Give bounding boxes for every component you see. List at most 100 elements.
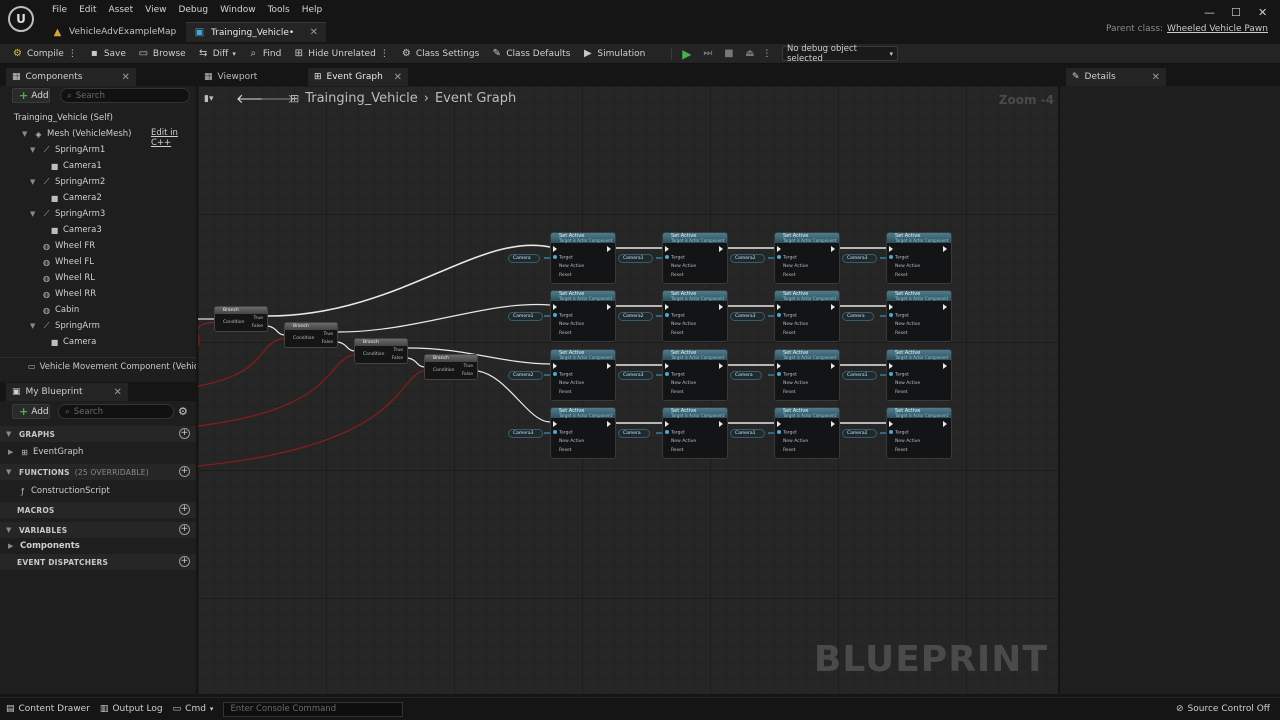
reset-pin[interactable]: Reset bbox=[783, 273, 796, 278]
eject-icon[interactable]: ⏏ bbox=[744, 48, 755, 59]
new-active-pin[interactable]: New Active bbox=[895, 264, 920, 269]
set-active-node[interactable]: Set Active Target is Actor Component Targe… bbox=[886, 290, 952, 342]
set-active-node[interactable]: Set Active Target is Actor Component Targe… bbox=[886, 232, 952, 284]
reset-pin[interactable]: Reset bbox=[895, 331, 908, 336]
content-drawer-button[interactable]: ▤ Content Drawer bbox=[6, 704, 90, 714]
new-active-pin[interactable]: New Active bbox=[559, 381, 584, 386]
target-pin[interactable]: Target bbox=[777, 313, 797, 319]
add-component-button[interactable]: + Add bbox=[12, 88, 50, 103]
target-pin[interactable]: Target bbox=[889, 372, 909, 378]
camera-variable-node[interactable]: Camera2 bbox=[730, 254, 765, 263]
exec-in-pin[interactable] bbox=[553, 246, 559, 253]
reset-pin[interactable]: Reset bbox=[559, 390, 572, 395]
set-active-node[interactable]: Set Active Target is Actor Component Targe… bbox=[550, 232, 616, 284]
exec-in-pin[interactable] bbox=[553, 421, 559, 428]
target-pin[interactable]: Target bbox=[553, 313, 573, 319]
edit-in-cpp-link[interactable]: Edit in C++ bbox=[151, 128, 196, 148]
reset-pin[interactable]: Reset bbox=[671, 273, 684, 278]
new-active-pin[interactable]: New Active bbox=[895, 381, 920, 386]
camera-variable-node[interactable]: Camera bbox=[508, 254, 540, 263]
component-item[interactable]: ■ Camera2 bbox=[38, 190, 102, 206]
target-pin[interactable]: Target bbox=[889, 313, 909, 319]
exec-out-pin[interactable] bbox=[719, 363, 725, 370]
menu-file[interactable]: File bbox=[46, 3, 73, 17]
component-item[interactable]: ◍ Wheel RL bbox=[30, 270, 95, 286]
kebab-icon[interactable]: ⋮ bbox=[68, 49, 77, 59]
event-graph-item[interactable]: ▶ ⊞ EventGraph bbox=[8, 444, 83, 460]
menu-debug[interactable]: Debug bbox=[172, 3, 214, 17]
exec-in-pin[interactable] bbox=[553, 363, 559, 370]
reset-pin[interactable]: Reset bbox=[559, 448, 572, 453]
menu-edit[interactable]: Edit bbox=[73, 3, 102, 17]
output-log-button[interactable]: ▥ Output Log bbox=[100, 704, 163, 714]
reset-pin[interactable]: Reset bbox=[559, 331, 572, 336]
diff-button[interactable]: ⇆ Diff ▾ bbox=[192, 44, 242, 64]
gear-icon[interactable]: ⚙ bbox=[178, 405, 188, 418]
set-active-node[interactable]: Set Active Target is Actor Component Targe… bbox=[774, 232, 840, 284]
branch-node[interactable]: Branch Condition True False bbox=[284, 322, 338, 348]
exec-out-pin[interactable] bbox=[607, 363, 613, 370]
branch-node[interactable]: Branch Condition True False bbox=[424, 354, 478, 380]
camera-variable-node[interactable]: Camera bbox=[618, 429, 650, 438]
component-item[interactable]: ◍ Cabin bbox=[30, 302, 79, 318]
target-pin[interactable]: Target bbox=[665, 313, 685, 319]
close-icon[interactable]: ✕ bbox=[114, 387, 122, 398]
add-member-button[interactable]: + Add bbox=[12, 404, 50, 419]
set-active-node[interactable]: Set Active Target is Actor Component Targe… bbox=[550, 407, 616, 459]
set-active-node[interactable]: Set Active Target is Actor Component Targe… bbox=[774, 290, 840, 342]
section-functions[interactable]: ▼ FUNCTIONS (25 OVERRIDABLE) + bbox=[0, 464, 196, 480]
exec-in-pin[interactable] bbox=[889, 363, 895, 370]
target-pin[interactable]: Target bbox=[665, 430, 685, 436]
exec-out-pin[interactable] bbox=[607, 246, 613, 253]
movement-component-item[interactable]: ▭ Vehicle Movement Component (VehicleM bbox=[0, 357, 196, 375]
menu-tools[interactable]: Tools bbox=[262, 3, 296, 17]
new-active-pin[interactable]: New Active bbox=[559, 439, 584, 444]
class-defaults-button[interactable]: ✎ Class Defaults bbox=[485, 44, 576, 64]
camera-variable-node[interactable]: Camera3 bbox=[730, 312, 765, 321]
new-active-pin[interactable]: New Active bbox=[671, 381, 696, 386]
exec-in-pin[interactable] bbox=[889, 421, 895, 428]
exec-out-pin[interactable] bbox=[719, 304, 725, 311]
reset-pin[interactable]: Reset bbox=[671, 448, 684, 453]
camera-variable-node[interactable]: Camera bbox=[842, 312, 874, 321]
section-macros[interactable]: MACROS + bbox=[0, 502, 196, 518]
component-item[interactable]: ▼ ⟋ SpringArm1 bbox=[30, 142, 105, 158]
target-pin[interactable]: Target bbox=[777, 430, 797, 436]
exec-in-pin[interactable] bbox=[777, 363, 783, 370]
kebab-icon[interactable]: ⋮ bbox=[762, 49, 771, 59]
camera-variable-node[interactable]: Camera2 bbox=[842, 429, 877, 438]
find-button[interactable]: ⌕ Find bbox=[242, 44, 287, 64]
reset-pin[interactable]: Reset bbox=[783, 331, 796, 336]
source-control-button[interactable]: ⊘ Source Control Off bbox=[1176, 704, 1270, 714]
exec-out-pin[interactable] bbox=[831, 363, 837, 370]
exec-in-pin[interactable] bbox=[889, 304, 895, 311]
stop-icon[interactable]: ■ bbox=[723, 48, 734, 59]
exec-out-pin[interactable] bbox=[831, 246, 837, 253]
tab-viewport[interactable]: ▦ Viewport bbox=[198, 68, 306, 86]
my-blueprint-tab[interactable]: ▣ My Blueprint ✕ bbox=[6, 383, 128, 401]
set-active-node[interactable]: Set Active Target is Actor Component Targe… bbox=[550, 349, 616, 401]
new-active-pin[interactable]: New Active bbox=[783, 439, 808, 444]
target-pin[interactable]: Target bbox=[889, 255, 909, 261]
details-tab[interactable]: ✎ Details ✕ bbox=[1066, 68, 1166, 86]
components-search-input[interactable]: ⌕ Search bbox=[60, 88, 190, 103]
reset-pin[interactable]: Reset bbox=[559, 273, 572, 278]
exec-in-pin[interactable] bbox=[553, 304, 559, 311]
debug-object-select[interactable]: No debug object selected ▾ bbox=[782, 44, 898, 64]
tab-event-graph[interactable]: ⊞ Event Graph ✕ bbox=[308, 68, 408, 86]
compile-button[interactable]: ⚙ Compile ⋮ bbox=[6, 44, 83, 64]
target-pin[interactable]: Target bbox=[665, 255, 685, 261]
component-item[interactable]: ■ Camera1 bbox=[38, 158, 102, 174]
my-blueprint-search-input[interactable]: ⌕ Search bbox=[58, 404, 174, 419]
reset-pin[interactable]: Reset bbox=[783, 390, 796, 395]
exec-in-pin[interactable] bbox=[777, 421, 783, 428]
target-pin[interactable]: Target bbox=[777, 255, 797, 261]
camera-variable-node[interactable]: Camera2 bbox=[618, 312, 653, 321]
new-active-pin[interactable]: New Active bbox=[895, 322, 920, 327]
set-active-node[interactable]: Set Active Target is Actor Component Targe… bbox=[662, 407, 728, 459]
add-variable-icon[interactable]: + bbox=[179, 524, 190, 535]
target-pin[interactable]: Target bbox=[553, 255, 573, 261]
camera-variable-node[interactable]: Camera bbox=[730, 371, 762, 380]
reset-pin[interactable]: Reset bbox=[895, 273, 908, 278]
camera-variable-node[interactable]: Camera1 bbox=[508, 312, 543, 321]
